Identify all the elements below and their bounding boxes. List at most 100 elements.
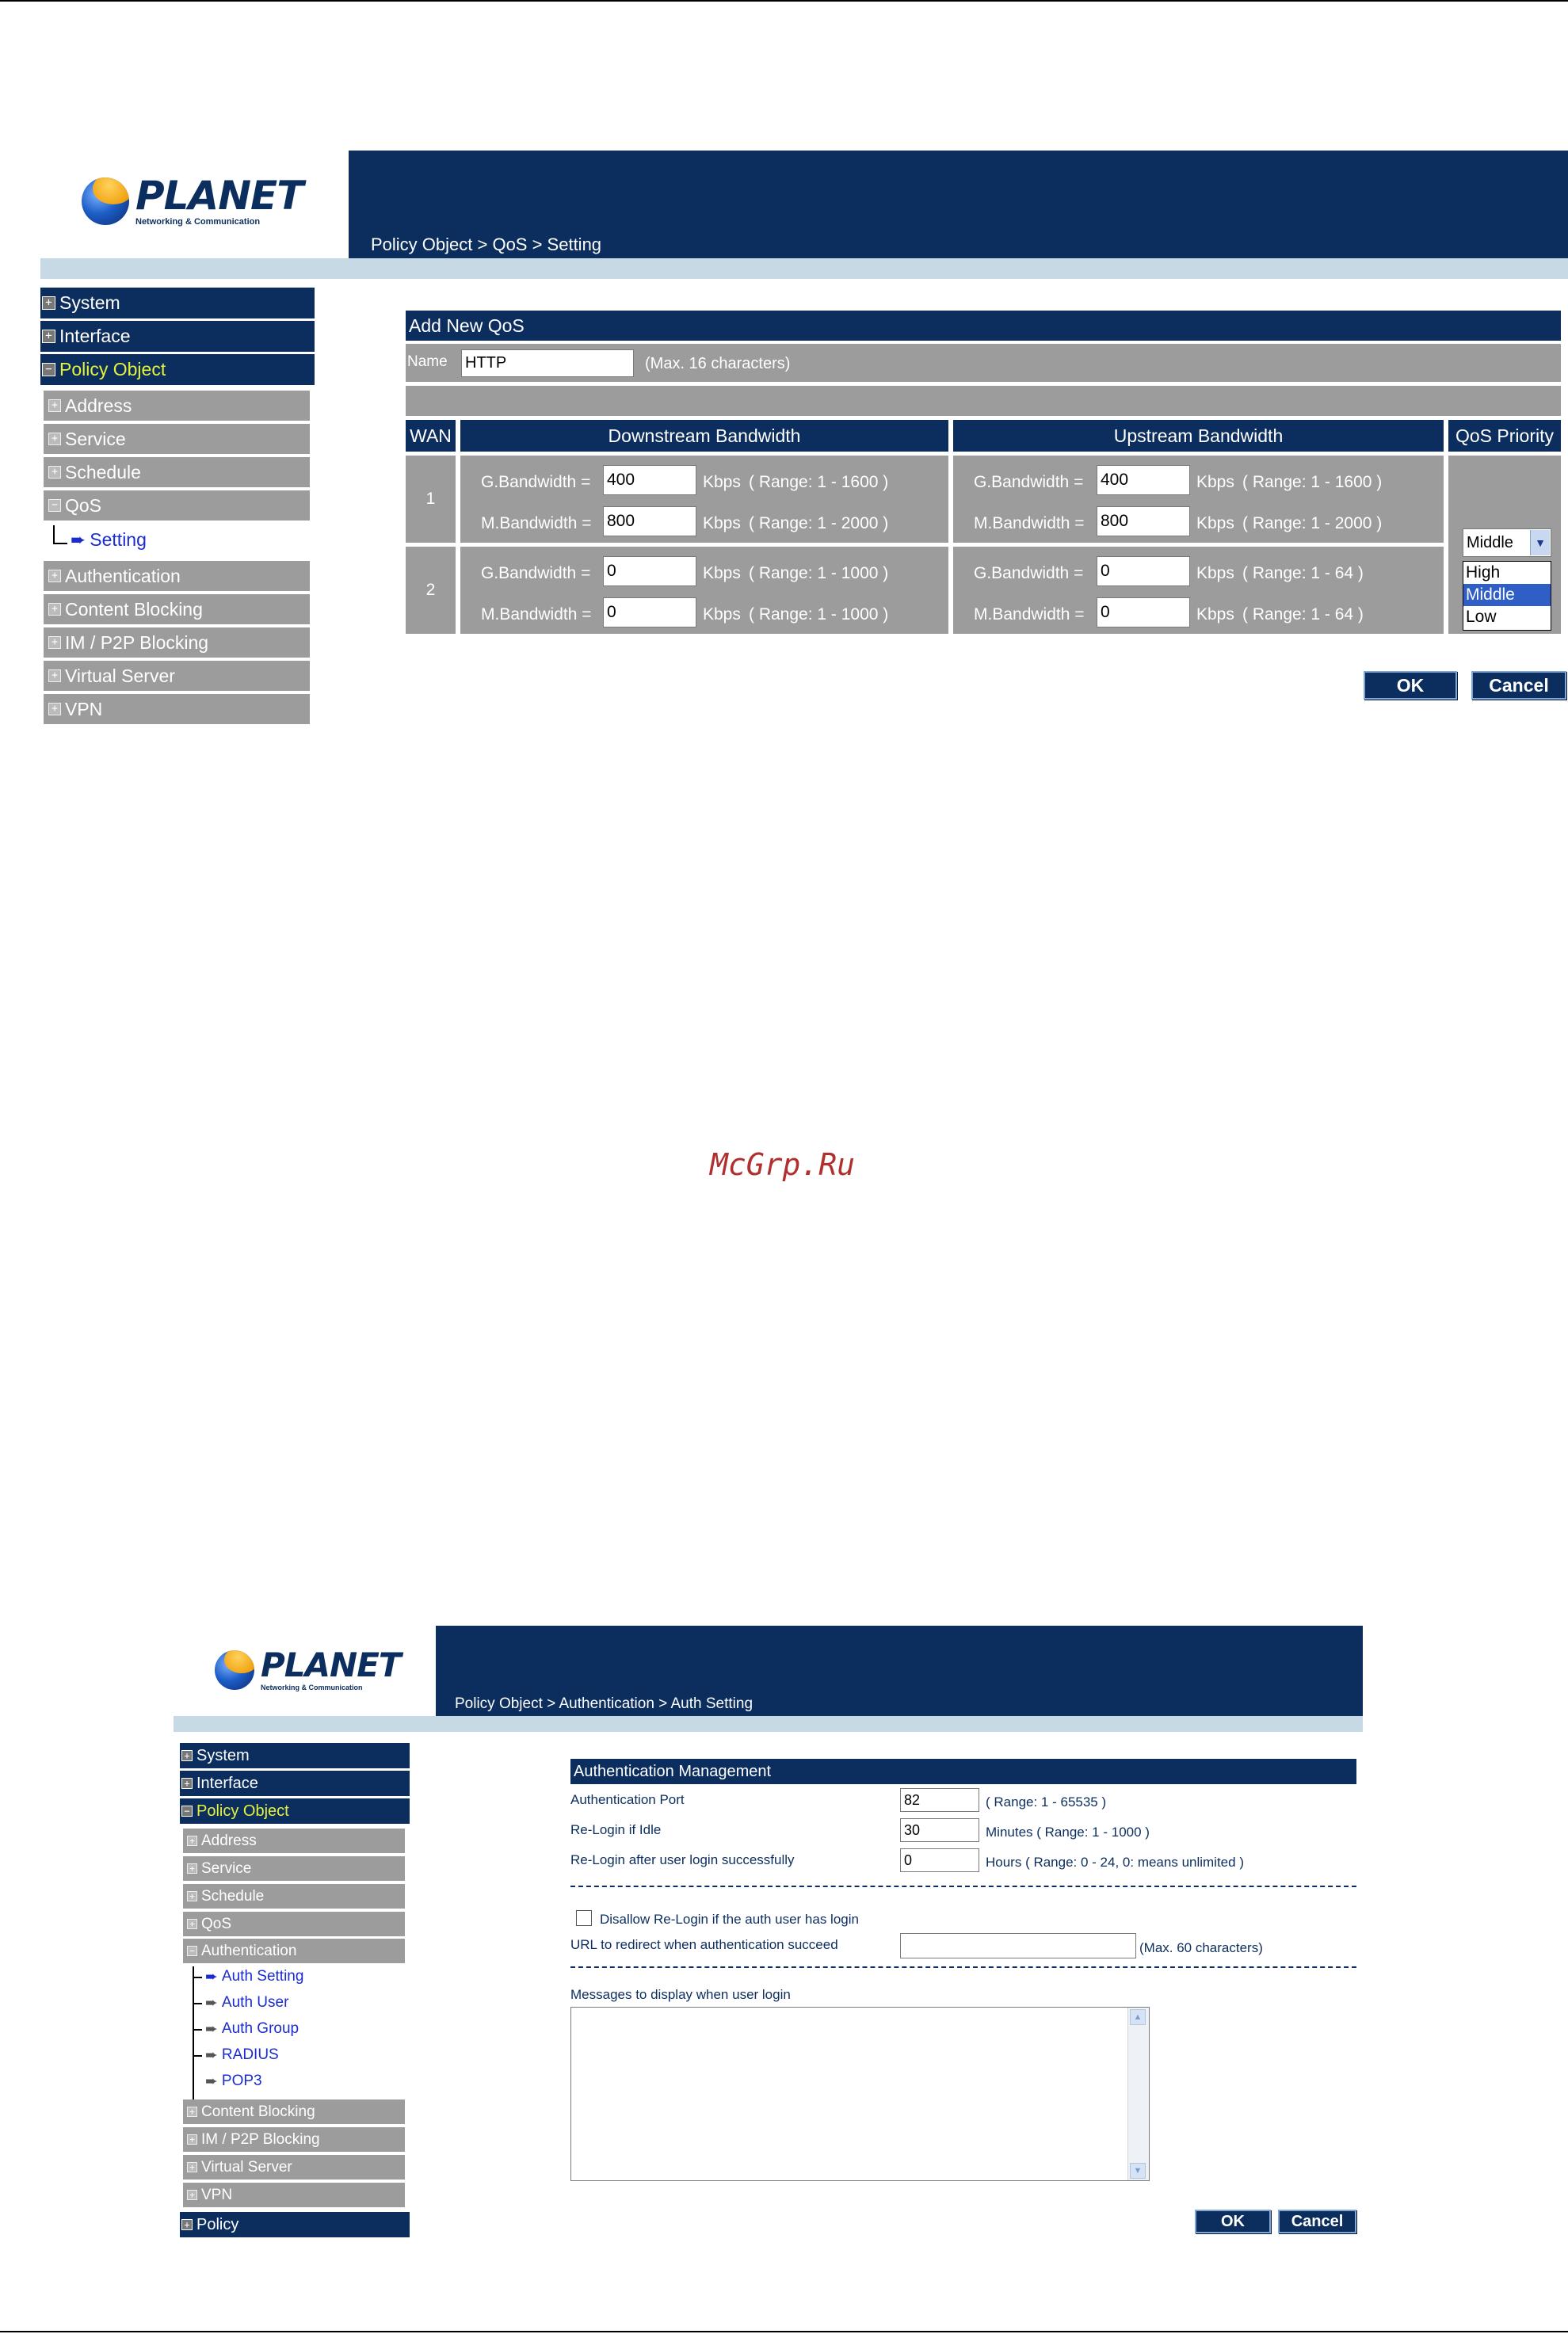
wan1-up-m-input[interactable]: 800 — [1097, 506, 1190, 536]
expand-icon: + — [187, 2134, 197, 2145]
expand-icon: + — [181, 1778, 193, 1789]
sidebar-item-authentication[interactable]: − Authentication — [183, 1939, 405, 1963]
sidebar-item-virtual-server[interactable]: + Virtual Server — [183, 2155, 405, 2180]
sidebar-item-schedule[interactable]: + Schedule — [44, 457, 310, 487]
sidebar-item-content-blocking[interactable]: + Content Blocking — [44, 594, 310, 624]
wan2-up-g-input[interactable]: 0 — [1097, 556, 1190, 586]
after-login-label: Re-Login after user login successfully — [570, 1852, 795, 1867]
wan1-down-g-input[interactable]: 400 — [603, 465, 696, 495]
sidebar-item-radius[interactable]: ➨ RADIUS — [205, 2045, 279, 2065]
sidebar-item-interface[interactable]: + Interface — [40, 321, 315, 352]
sidebar-item-schedule[interactable]: + Schedule — [183, 1884, 405, 1909]
wan1-up-g-input[interactable]: 400 — [1097, 465, 1190, 495]
sidebar-item-service[interactable]: + Service — [44, 424, 310, 454]
disallow-relogin-label: Disallow Re-Login if the auth user has l… — [600, 1912, 859, 1927]
sidebar-item-address[interactable]: + Address — [44, 391, 310, 421]
wan2-down-m-input[interactable]: 0 — [603, 597, 696, 627]
divider — [570, 1966, 1356, 1968]
sidebar-item-content-blocking[interactable]: + Content Blocking — [183, 2099, 405, 2124]
wan1-down-m-input[interactable]: 800 — [603, 506, 696, 536]
sidebar-item-interface[interactable]: + Interface — [180, 1771, 410, 1796]
sidebar-item-vpn[interactable]: + VPN — [44, 694, 310, 724]
priority-option-low[interactable]: Low — [1463, 606, 1551, 628]
sidebar-item-vpn[interactable]: + VPN — [183, 2183, 405, 2207]
wan-1-cell: 1 — [406, 456, 456, 543]
scroll-up-icon[interactable]: ▲ — [1130, 2009, 1146, 2025]
priority-option-high[interactable]: High — [1463, 562, 1551, 584]
col-priority: QoS Priority — [1448, 420, 1561, 452]
sidebar-item-policy-object[interactable]: − Policy Object — [40, 354, 315, 385]
name-label: Name — [407, 353, 448, 370]
expand-icon: + — [48, 703, 61, 715]
divider — [570, 1886, 1356, 1887]
collapse-icon: − — [187, 1946, 197, 1956]
priority-select[interactable]: Middle ▼ — [1463, 528, 1551, 557]
logo-word: PLANET — [261, 1646, 402, 1684]
priority-dropdown-list: High Middle Low — [1463, 561, 1551, 631]
idle-input[interactable]: 30 — [900, 1818, 979, 1842]
wan-2-upstream: G.Bandwidth = 0 Kbps ( Range: 1 - 64 ) M… — [953, 547, 1444, 634]
globe-icon — [82, 177, 129, 225]
sidebar-item-virtual-server[interactable]: + Virtual Server — [44, 661, 310, 691]
sidebar-item-policy[interactable]: + Policy — [180, 2212, 410, 2237]
sidebar-item-policy-object[interactable]: − Policy Object — [180, 1798, 410, 1824]
logo-tagline: Networking & Communication — [261, 1684, 363, 1691]
arrow-right-icon: ➨ — [71, 528, 86, 550]
messages-textarea[interactable]: ▲ ▼ — [570, 2007, 1150, 2181]
logo-area: PLANET Networking & Communication — [174, 1626, 436, 1716]
priority-cell: Middle ▼ High Middle Low — [1448, 456, 1561, 634]
header-strip — [40, 258, 1568, 279]
sidebar-item-setting[interactable]: ➨ Setting — [71, 528, 147, 551]
expand-icon: + — [48, 636, 61, 649]
arrow-right-icon: ➨ — [205, 1968, 218, 1985]
wan-1-downstream: G.Bandwidth = 400 Kbps ( Range: 1 - 1600… — [460, 456, 948, 543]
qos-setting-window: PLANET Networking & Communication Policy… — [40, 151, 1568, 729]
expand-icon: + — [48, 399, 61, 412]
sidebar-item-address[interactable]: + Address — [183, 1829, 405, 1853]
sidebar-item-authentication[interactable]: + Authentication — [44, 561, 310, 591]
wan2-down-g-input[interactable]: 0 — [603, 556, 696, 586]
wan-2-downstream: G.Bandwidth = 0 Kbps ( Range: 1 - 1000 )… — [460, 547, 948, 634]
sidebar-item-service[interactable]: + Service — [183, 1856, 405, 1881]
collapse-icon: − — [181, 1806, 193, 1817]
breadcrumb: Policy Object > Authentication > Auth Se… — [455, 1695, 753, 1712]
page-top-rule — [0, 0, 1568, 2]
globe-icon — [215, 1650, 254, 1690]
idle-hint: Minutes ( Range: 1 - 1000 ) — [986, 1825, 1150, 1840]
sidebar-item-system[interactable]: + System — [40, 288, 315, 318]
scroll-down-icon[interactable]: ▼ — [1130, 2163, 1146, 2179]
name-input[interactable]: HTTP — [461, 349, 634, 377]
ok-button[interactable]: OK — [1195, 2210, 1271, 2233]
idle-label: Re-Login if Idle — [570, 1822, 662, 1837]
sidebar-item-auth-user[interactable]: ➨ Auth User — [205, 1993, 288, 2013]
port-label: Authentication Port — [570, 1792, 685, 1807]
url-input[interactable] — [900, 1933, 1136, 1958]
textarea-scrollbar[interactable]: ▲ ▼ — [1127, 2008, 1149, 2180]
expand-icon: + — [48, 466, 61, 479]
port-input[interactable]: 82 — [900, 1788, 979, 1812]
wan2-up-m-input[interactable]: 0 — [1097, 597, 1190, 627]
cancel-button[interactable]: Cancel — [1278, 2210, 1356, 2233]
expand-icon: + — [181, 2219, 193, 2230]
tree-connector — [53, 525, 67, 544]
priority-option-middle[interactable]: Middle — [1463, 584, 1551, 606]
sidebar-item-qos[interactable]: − QoS — [44, 490, 310, 521]
chevron-down-icon: ▼ — [1530, 530, 1550, 555]
col-downstream: Downstream Bandwidth — [460, 420, 948, 452]
expand-icon: + — [187, 2162, 197, 2172]
cancel-button[interactable]: Cancel — [1471, 671, 1566, 700]
ok-button[interactable]: OK — [1364, 671, 1457, 700]
after-login-input[interactable]: 0 — [900, 1848, 979, 1872]
sidebar-item-im-p2p[interactable]: + IM / P2P Blocking — [183, 2127, 405, 2152]
sidebar-item-qos[interactable]: + QoS — [183, 1912, 405, 1936]
sidebar-item-pop3[interactable]: ➨ POP3 — [205, 2071, 262, 2092]
sidebar-item-system[interactable]: + System — [180, 1743, 410, 1768]
arrow-right-icon: ➨ — [205, 2073, 218, 2090]
spacer-row — [406, 386, 1561, 416]
disallow-relogin-checkbox[interactable] — [576, 1910, 592, 1926]
sidebar-item-auth-setting[interactable]: ➨ Auth Setting — [205, 1966, 303, 1987]
col-wan: WAN — [406, 420, 456, 452]
header-strip — [174, 1716, 1363, 1732]
sidebar-item-im-p2p[interactable]: + IM / P2P Blocking — [44, 627, 310, 658]
sidebar-item-auth-group[interactable]: ➨ Auth Group — [205, 2019, 299, 2039]
